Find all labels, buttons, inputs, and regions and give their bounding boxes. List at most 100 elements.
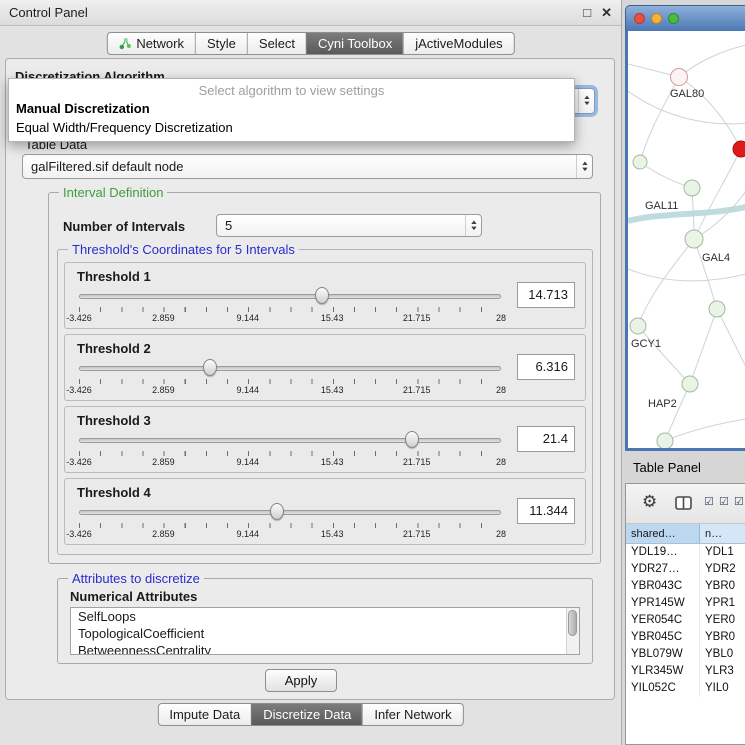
- table-row[interactable]: YBL079WYBL0: [626, 646, 745, 663]
- network-canvas[interactable]: GAL80GAL11GAL4GCY1HAP2: [625, 31, 745, 451]
- window-buttons: □ ✕: [583, 6, 612, 19]
- network-node-gal80[interactable]: [671, 69, 688, 86]
- combobox-stepper-icon[interactable]: ▲ ▼: [465, 215, 481, 236]
- table-row[interactable]: YER054CYER0: [626, 612, 745, 629]
- tab-label: Impute Data: [169, 707, 240, 722]
- network-node[interactable]: [657, 433, 673, 449]
- table-row[interactable]: YBR045CYBR0: [626, 629, 745, 646]
- list-scrollbar[interactable]: [566, 608, 579, 654]
- minimize-traffic-light-icon[interactable]: [651, 13, 662, 24]
- tab-jactivemodules[interactable]: jActiveModules: [403, 33, 513, 54]
- threshold-label: Threshold 4: [77, 485, 151, 500]
- threshold-value-field[interactable]: 11.344: [517, 498, 575, 524]
- tab-select[interactable]: Select: [247, 33, 306, 54]
- slider-ticks: [79, 451, 502, 456]
- table-row[interactable]: YPR145WYPR1: [626, 595, 745, 612]
- close-window-icon[interactable]: ✕: [601, 6, 612, 19]
- threshold-label: Threshold 2: [77, 341, 151, 356]
- attributes-group-title: Attributes to discretize: [68, 571, 204, 586]
- table-panel-title: Table Panel: [633, 460, 701, 475]
- select-checkbox-icon[interactable]: ☑: [734, 497, 744, 508]
- tab-infer-network[interactable]: Infer Network: [362, 704, 462, 725]
- column-header-shared-name[interactable]: shared…: [626, 524, 700, 543]
- tick-label: 2.859: [152, 529, 175, 539]
- gear-icon[interactable]: ⚙: [642, 493, 657, 510]
- tick-label: -3.426: [66, 385, 92, 395]
- threshold-panel-3: Threshold 3-3.4262.8599.14415.4321.71528…: [64, 406, 586, 473]
- tick-label: 2.859: [152, 313, 175, 323]
- table-row[interactable]: YIL052CYIL0: [626, 680, 745, 697]
- slider-track[interactable]: [79, 438, 501, 443]
- tab-style[interactable]: Style: [195, 33, 247, 54]
- threshold-slider[interactable]: -3.4262.8599.14415.4321.71528: [79, 285, 501, 327]
- threshold-value-field[interactable]: 14.713: [517, 282, 575, 308]
- thresholds-group-title: Threshold's Coordinates for 5 Intervals: [68, 242, 299, 257]
- tick-label: 9.144: [237, 313, 260, 323]
- arrow-down-icon: ▼: [580, 167, 589, 173]
- dropdown-placeholder: Select algorithm to view settings: [9, 81, 574, 99]
- tab-discretize-data[interactable]: Discretize Data: [251, 704, 362, 725]
- tab-impute-data[interactable]: Impute Data: [158, 704, 251, 725]
- threshold-value-field[interactable]: 21.4: [517, 426, 575, 452]
- attribute-list-item[interactable]: SelfLoops: [71, 608, 579, 625]
- network-view-window: GAL80GAL11GAL4GCY1HAP2: [625, 5, 745, 453]
- table-cell: YDL1: [700, 544, 745, 561]
- network-node-gal4[interactable]: [685, 230, 703, 248]
- slider-handle[interactable]: [405, 431, 419, 448]
- tick-label: 21.715: [403, 313, 431, 323]
- network-node-label-gcy1: GCY1: [631, 338, 661, 350]
- slider-track[interactable]: [79, 294, 501, 299]
- table-data-combobox[interactable]: galFiltered.sif default node ▲ ▼: [22, 154, 593, 179]
- table-row[interactable]: YLR345WYLR3: [626, 663, 745, 680]
- slider-handle[interactable]: [315, 287, 329, 304]
- scrollbar-thumb[interactable]: [568, 610, 577, 636]
- table-row[interactable]: YBR043CYBR0: [626, 578, 745, 595]
- table-cell: YBL0: [700, 646, 745, 663]
- table-row[interactable]: YDL19…YDL1: [626, 544, 745, 561]
- threshold-slider[interactable]: -3.4262.8599.14415.4321.71528: [79, 501, 501, 543]
- slider-handle[interactable]: [270, 503, 284, 520]
- arrow-down-icon: ▼: [469, 226, 478, 232]
- table-row[interactable]: YDR27…YDR2: [626, 561, 745, 578]
- table-cell: YLR345W: [626, 663, 700, 680]
- network-node-hap2[interactable]: [682, 376, 698, 392]
- combobox-stepper-icon[interactable]: ▲ ▼: [576, 155, 592, 178]
- slider-track[interactable]: [79, 366, 501, 371]
- close-traffic-light-icon[interactable]: [634, 13, 645, 24]
- network-node[interactable]: [633, 155, 647, 169]
- numerical-attributes-list[interactable]: SelfLoopsTopologicalCoefficientBetweenne…: [70, 607, 580, 655]
- apply-button[interactable]: Apply: [265, 669, 337, 692]
- dropdown-option-manual-discretization[interactable]: Manual Discretization: [9, 99, 574, 118]
- zoom-traffic-light-icon[interactable]: [668, 13, 679, 24]
- network-node-selected[interactable]: [733, 141, 745, 157]
- table-cell: YBR043C: [626, 578, 700, 595]
- dropdown-option-equal-width-frequency[interactable]: Equal Width/Frequency Discretization: [9, 118, 574, 137]
- float-window-icon[interactable]: □: [583, 6, 591, 19]
- table-cell: YIL052C: [626, 680, 700, 697]
- network-node-gal11[interactable]: [684, 180, 700, 196]
- tab-cyni-toolbox[interactable]: Cyni Toolbox: [306, 33, 403, 54]
- columns-icon[interactable]: [675, 496, 692, 510]
- number-of-intervals-combobox[interactable]: 5 ▲ ▼: [216, 214, 482, 237]
- select-checkbox-icon[interactable]: ☑: [719, 497, 729, 508]
- network-node[interactable]: [709, 301, 725, 317]
- combobox-stepper-icon[interactable]: ▲ ▼: [578, 89, 594, 113]
- table-header-row: shared… n…: [626, 524, 745, 544]
- attribute-list-item[interactable]: TopologicalCoefficient: [71, 625, 579, 642]
- column-header-name[interactable]: n…: [700, 524, 745, 543]
- tab-network[interactable]: Network: [107, 33, 195, 54]
- table-cell: YDL19…: [626, 544, 700, 561]
- tick-label: 15.43: [321, 457, 344, 467]
- slider-handle[interactable]: [203, 359, 217, 376]
- threshold-value-field[interactable]: 6.316: [517, 354, 575, 380]
- slider-tick-labels: -3.4262.8599.14415.4321.71528: [79, 385, 501, 396]
- interval-definition-group: Interval Definition Number of Intervals …: [48, 192, 601, 564]
- threshold-slider[interactable]: -3.4262.8599.14415.4321.71528: [79, 357, 501, 399]
- tab-label: Select: [259, 36, 295, 51]
- threshold-slider[interactable]: -3.4262.8599.14415.4321.71528: [79, 429, 501, 471]
- select-checkbox-icon[interactable]: ☑: [704, 497, 714, 508]
- slider-track[interactable]: [79, 510, 501, 515]
- network-node-gcy1[interactable]: [630, 318, 646, 334]
- tick-label: -3.426: [66, 529, 92, 539]
- attribute-list-item[interactable]: BetweennessCentrality: [71, 642, 579, 655]
